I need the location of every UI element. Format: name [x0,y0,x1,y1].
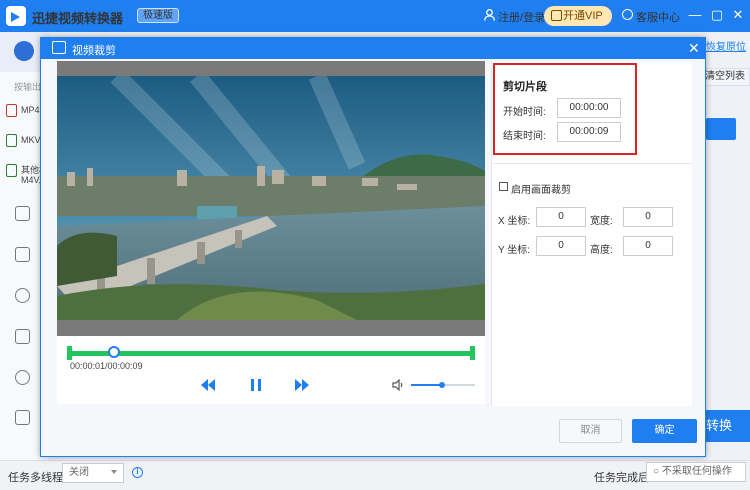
fast-forward-icon[interactable] [294,378,310,392]
image-icon[interactable] [15,410,30,425]
after-done-label: 任务完成后 [594,472,649,484]
screen-record-icon[interactable] [15,370,30,385]
app-logo-icon [6,6,26,26]
enable-crop-checkbox[interactable] [499,182,508,191]
cancel-button[interactable]: 取消 [559,419,622,443]
divider [493,163,692,164]
audio-icon[interactable] [15,247,30,262]
clear-list-button[interactable]: 清空列表 [700,68,750,86]
pause-icon[interactable] [248,378,264,392]
chat-icon [622,9,633,20]
format-mkv[interactable]: MKV [6,134,41,147]
dialog-header [40,37,706,59]
login-link[interactable]: 注册/登录 [498,9,545,25]
segment-heading: 剪切片段 [503,81,547,93]
timeline-track[interactable] [68,351,475,356]
user-icon [484,9,495,21]
volume-fill [411,384,442,386]
trim-start-handle[interactable] [67,346,72,360]
file-icon [6,134,17,147]
end-time-label: 结束时间: [503,131,546,142]
x-label: X 坐标: [498,216,531,227]
ok-button[interactable]: 确定 [632,419,697,443]
close-window-icon[interactable]: ✕ [731,8,745,22]
compress-icon[interactable] [15,329,30,344]
multithread-label: 任务多线程 [8,472,63,484]
start-time-input[interactable]: 00:00:00 [557,98,621,118]
close-icon[interactable]: ✕ [688,40,700,57]
x-input[interactable]: 0 [536,207,586,227]
height-label: 高度: [590,245,613,256]
dialog-title: 视频裁剪 [72,45,116,57]
minimize-icon[interactable]: — [688,8,702,22]
maximize-icon[interactable]: ▢ [710,8,724,22]
volume-knob[interactable] [438,382,445,388]
info-icon[interactable]: i [132,467,143,478]
service-center-link[interactable]: 客服中心 [636,9,680,25]
convert-button[interactable]: 转换 [704,410,750,442]
width-input[interactable]: 0 [623,207,673,227]
convert-icon[interactable] [14,41,34,61]
trim-end-handle[interactable] [470,346,475,360]
rewind-icon[interactable] [200,378,216,392]
crown-icon [551,10,562,21]
file-icon [6,104,17,117]
enable-crop-label: 启用画面裁剪 [511,185,571,196]
y-label: Y 坐标: [498,245,531,256]
restore-link[interactable]: 恢复原位 [706,38,746,53]
video-preview[interactable] [57,76,485,320]
y-input[interactable]: 0 [536,236,586,256]
video-icon[interactable] [15,206,30,221]
gif-icon[interactable] [15,288,30,303]
after-done-select[interactable]: ○ 不采取任何操作 [646,462,746,482]
edition-badge: 极速版 [137,8,179,23]
file-icon [6,164,17,178]
volume-icon[interactable] [392,379,404,391]
width-label: 宽度: [590,216,613,227]
video-scene [57,76,485,320]
format-mp4[interactable]: MP4 [6,104,40,117]
start-time-label: 开始时间: [503,107,546,118]
video-icon [52,41,66,54]
height-input[interactable]: 0 [623,236,673,256]
format-dropdown-button[interactable] [706,118,736,140]
end-time-input[interactable]: 00:00:09 [557,122,621,142]
app-title: 迅捷视频转换器 [32,11,124,26]
timecode: 00:00:01/00:00:09 [70,361,143,371]
multithread-select[interactable]: 关闭 [62,463,124,483]
